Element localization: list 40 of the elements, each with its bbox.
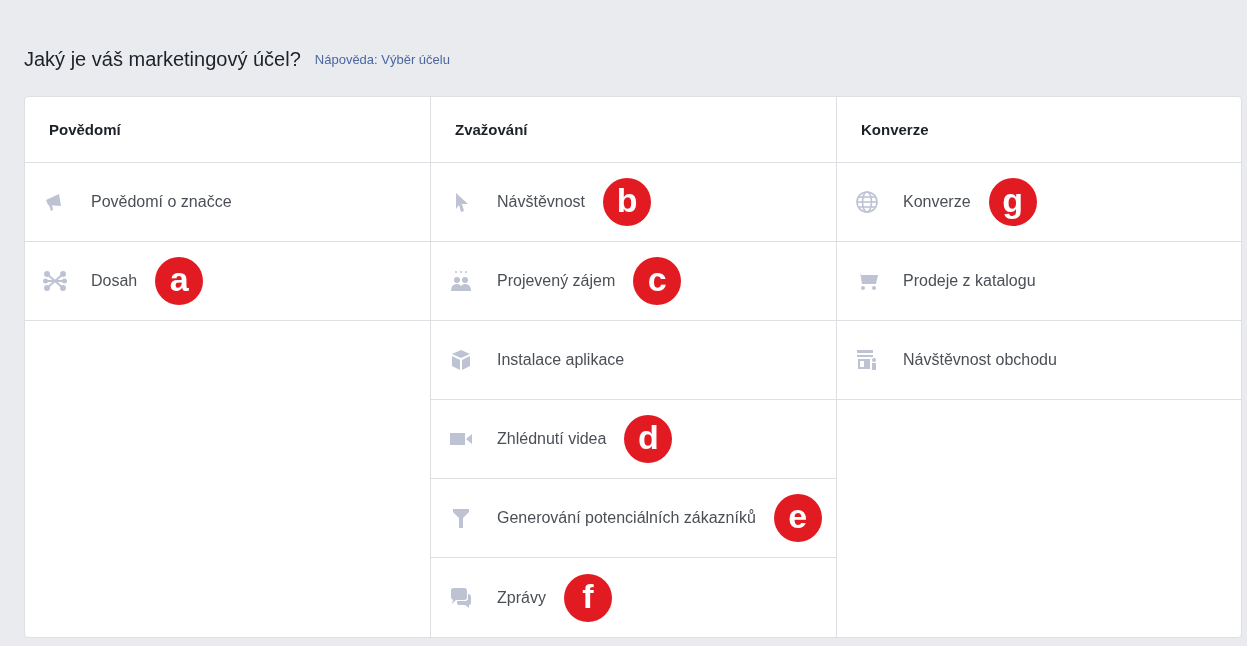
store-icon [855,348,879,372]
column-heading: Zvažování [455,121,528,138]
letter-badge: f [563,573,612,622]
objective-label: Návštěvnost obchodu [903,351,1057,369]
cube-icon [449,348,473,372]
letter-badge: d [624,415,673,463]
objective-item[interactable]: Dosah a [25,242,430,321]
letter-badge: b [603,178,652,226]
objective-label: Dosah [91,272,138,290]
help-link[interactable]: Nápověda: Výběr účelu [314,51,450,67]
network-icon [43,269,67,293]
objective-item[interactable]: Generování potenciálních zákazníků e [431,479,836,558]
objective-item[interactable]: Návštěvnost b [431,163,836,242]
objective-label: Zprávy [497,588,546,607]
chat-bubbles-icon [449,585,473,610]
objective-item[interactable]: Povědomí o značce [25,163,430,242]
letter-badge: a [155,257,204,305]
column-heading: Povědomí [49,121,121,138]
objective-label: Povědomí o značce [91,193,232,211]
objective-item[interactable]: Instalace aplikace [431,321,836,400]
objective-label: Generování potenciálních zákazníků [497,509,756,527]
globe-icon [855,190,879,214]
page-heading: Jaký je váš marketingový účel? [24,47,301,71]
letter-badge: e [773,494,822,542]
letter-badge: c [633,257,682,305]
objective-label: Zhlédnutí videa [497,430,607,448]
objective-item[interactable]: Konverze g [837,163,1241,242]
objective-item[interactable]: Prodeje z katalogu [837,242,1241,321]
people-icon [449,269,473,293]
objective-label: Instalace aplikace [497,351,625,369]
objective-item[interactable]: Zprávy f [431,558,836,637]
objective-label: Konverze [903,193,971,211]
letter-badge: g [988,178,1037,226]
objective-item[interactable]: Projevený zájem c [431,242,836,321]
column-heading: Konverze [861,121,929,138]
objective-label: Návštěvnost [497,193,586,211]
objective-label: Projevený zájem [497,272,616,290]
objective-item[interactable]: Zhlédnutí videa d [431,400,836,479]
objective-item[interactable]: Návštěvnost obchodu [837,321,1241,400]
objective-label: Prodeje z katalogu [903,272,1036,290]
